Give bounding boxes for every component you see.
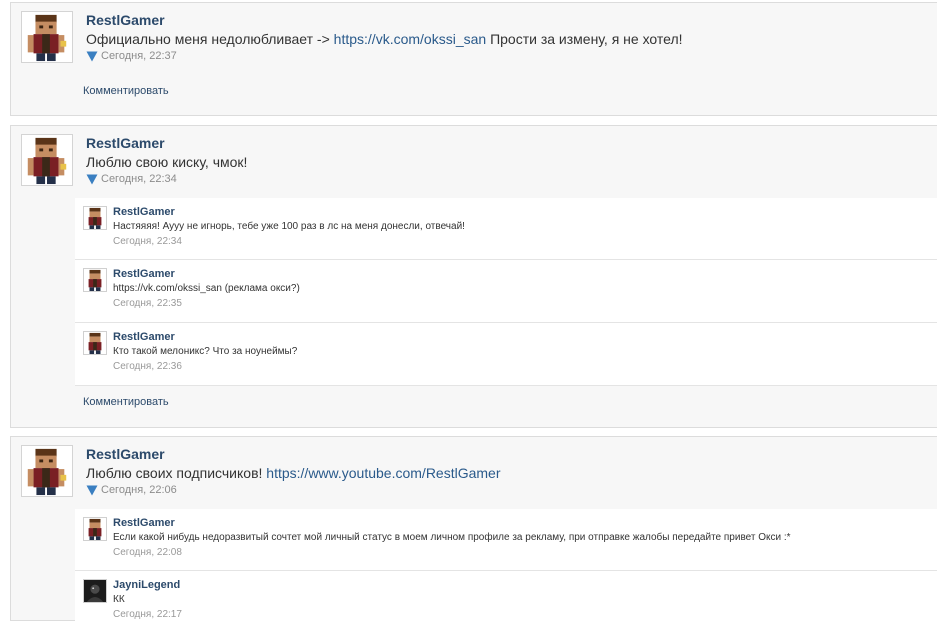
post-text-part: Официально меня недолюбливает -> [86, 31, 334, 47]
comment-text: https://vk.com/okssi_san (реклама окси?) [113, 283, 300, 294]
triangle-down-icon[interactable] [86, 174, 98, 185]
comment-item: JayniLegend КК Сегодня, 22:17 [75, 571, 937, 634]
comment-timestamp: Сегодня, 22:36 [113, 361, 182, 372]
post-author-avatar[interactable] [21, 134, 73, 186]
post-text: Официально меня недолюбливает -> https:/… [86, 31, 683, 47]
minecraft-avatar-icon [88, 269, 102, 291]
post-text-part: Люблю своих подписчиков! [86, 465, 267, 481]
comment-button[interactable]: Комментировать [83, 85, 169, 97]
comment-author-name[interactable]: RestlGamer [113, 331, 175, 343]
minecraft-avatar-icon [27, 14, 67, 62]
comment-text: Кто такой мелоникс? Что за ноунеймы? [113, 346, 298, 357]
post-author-name[interactable]: RestlGamer [86, 446, 165, 462]
post-meta: Сегодня, 22:06 [86, 484, 177, 496]
comment-item: RestlGamer Если какой нибудь недоразвиты… [75, 509, 937, 571]
minecraft-avatar-icon [27, 448, 67, 496]
post-timestamp: Сегодня, 22:37 [101, 50, 177, 62]
minecraft-avatar-icon [88, 332, 102, 354]
post-text-part: Люблю свою киску, чмок! [86, 154, 248, 170]
post-text-part: Прости за измену, я не хотел! [486, 31, 683, 47]
comment-list: RestlGamer Настяяяя! Ауyy не игнорь, теб… [75, 198, 937, 386]
comment-list: RestlGamer Если какой нибудь недоразвиты… [75, 509, 937, 634]
triangle-down-icon[interactable] [86, 485, 98, 496]
post-timestamp: Сегодня, 22:06 [101, 484, 177, 496]
profile-post: RestlGamer Люблю своих подписчиков! http… [10, 436, 937, 634]
comment-item: RestlGamer Кто такой мелоникс? Что за но… [75, 323, 937, 386]
comment-author-name[interactable]: RestlGamer [113, 206, 175, 218]
post-link[interactable]: https://www.youtube.com/RestlGamer [266, 465, 500, 481]
comment-item: RestlGamer https://vk.com/okssi_san (рек… [75, 260, 937, 323]
triangle-down-icon[interactable] [86, 51, 98, 62]
minecraft-avatar-icon [88, 518, 102, 540]
comment-author-avatar[interactable] [83, 517, 107, 541]
post-author-name[interactable]: RestlGamer [86, 12, 165, 28]
post-text: Люблю своих подписчиков! https://www.you… [86, 465, 501, 481]
comment-author-avatar[interactable] [83, 331, 107, 355]
comment-author-name[interactable]: JayniLegend [113, 579, 180, 591]
comment-author-avatar[interactable] [83, 206, 107, 230]
comment-item: RestlGamer Настяяяя! Ауyy не игнорь, теб… [75, 198, 937, 260]
post-author-name[interactable]: RestlGamer [86, 135, 165, 151]
comment-text: КК [113, 594, 125, 605]
comment-timestamp: Сегодня, 22:34 [113, 236, 182, 247]
comment-button[interactable]: Комментировать [83, 396, 169, 408]
comment-author-name[interactable]: RestlGamer [113, 268, 175, 280]
profile-post: RestlGamer Официально меня недолюбливает… [10, 2, 937, 116]
comment-author-name[interactable]: RestlGamer [113, 517, 175, 529]
comment-author-avatar[interactable] [83, 268, 107, 292]
post-timestamp: Сегодня, 22:34 [101, 173, 177, 185]
comment-text: Если какой нибудь недоразвитый сочтет мо… [113, 532, 791, 543]
post-author-avatar[interactable] [21, 11, 73, 63]
post-meta: Сегодня, 22:37 [86, 50, 177, 62]
post-author-avatar[interactable] [21, 445, 73, 497]
comment-timestamp: Сегодня, 22:35 [113, 298, 182, 309]
post-text: Люблю свою киску, чмок! [86, 154, 247, 170]
comment-text: Настяяяя! Ауyy не игнорь, тебе уже 100 р… [113, 221, 465, 232]
profile-post: RestlGamer Люблю свою киску, чмок! Сегод… [10, 125, 937, 428]
post-link[interactable]: https://vk.com/okssi_san [334, 31, 487, 47]
comment-author-avatar[interactable] [83, 579, 107, 603]
post-meta: Сегодня, 22:34 [86, 173, 177, 185]
minecraft-avatar-icon [27, 137, 67, 185]
minecraft-avatar-icon [88, 207, 102, 229]
comment-timestamp: Сегодня, 22:08 [113, 547, 182, 558]
dark-avatar-icon [84, 580, 106, 602]
